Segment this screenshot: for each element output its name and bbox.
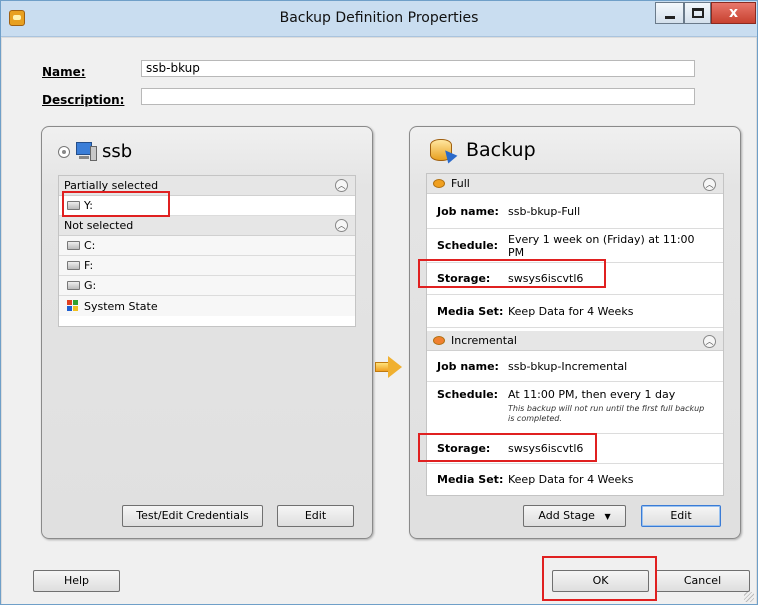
- group-partially-selected[interactable]: Partially selected ︿: [59, 176, 355, 196]
- collapse-chevron-icon[interactable]: ︿: [703, 335, 716, 348]
- backup-panel-title: Backup: [466, 139, 536, 161]
- resize-grip-icon[interactable]: [744, 592, 754, 602]
- schedule-label: Schedule:: [437, 239, 499, 252]
- backup-panel-header: Backup: [430, 137, 536, 164]
- backup-edit-button[interactable]: Edit: [641, 505, 721, 527]
- collapse-chevron-icon[interactable]: ︿: [335, 219, 348, 232]
- source-panel: ssb Partially selected ︿ Y: Not selected…: [41, 126, 373, 539]
- ok-button[interactable]: OK: [552, 570, 649, 592]
- schedule-note: This backup will not run until the first…: [508, 404, 705, 423]
- maximize-button[interactable]: [684, 2, 711, 24]
- window-title: Backup Definition Properties: [279, 10, 479, 26]
- full-storage-row: Storage: swsys6iscvtl6: [427, 263, 723, 295]
- dialog-body: Name: ssb-bkup Description: ssb Partiall…: [2, 38, 756, 604]
- storage-label: Storage:: [437, 272, 491, 285]
- list-item-label: Y:: [84, 199, 93, 212]
- test-edit-credentials-button[interactable]: Test/Edit Credentials: [122, 505, 263, 527]
- backup-panel: Backup Full ︿ Job name: ssb-bkup-Full Sc…: [409, 126, 741, 539]
- close-button[interactable]: x: [711, 2, 756, 24]
- job-name-value: ssb-bkup-Incremental: [508, 359, 628, 373]
- group-not-selected[interactable]: Not selected ︿: [59, 216, 355, 236]
- drive-icon: [67, 261, 80, 270]
- maximize-icon: [692, 8, 704, 18]
- list-item-label: F:: [84, 259, 94, 272]
- source-edit-button[interactable]: Edit: [277, 505, 354, 527]
- description-row: Description:: [42, 93, 142, 107]
- media-set-label: Media Set:: [437, 304, 504, 318]
- list-item-drive-f[interactable]: F:: [59, 256, 355, 276]
- radio-icon[interactable]: [58, 145, 70, 158]
- incremental-job-name-row: Job name: ssb-bkup-Incremental: [427, 351, 723, 382]
- minimize-button[interactable]: [655, 2, 684, 24]
- full-job-name-row: Job name: ssb-bkup-Full: [427, 194, 723, 229]
- description-input[interactable]: [141, 88, 695, 105]
- list-item-drive-y[interactable]: Y:: [59, 196, 355, 216]
- collapse-chevron-icon[interactable]: ︿: [703, 178, 716, 191]
- job-name-label: Job name:: [437, 204, 499, 218]
- stage-full-header[interactable]: Full ︿: [427, 174, 723, 194]
- incremental-media-set-row: Media Set: Keep Data for 4 Weeks: [427, 464, 723, 495]
- full-media-set-row: Media Set: Keep Data for 4 Weeks: [427, 295, 723, 328]
- media-set-label: Media Set:: [437, 473, 504, 486]
- full-schedule-row: Schedule: Every 1 week on (Friday) at 11…: [427, 229, 723, 263]
- group-label: Not selected: [64, 219, 134, 232]
- name-row: Name:: [42, 65, 142, 79]
- source-panel-header: ssb: [58, 141, 132, 162]
- media-set-value: Keep Data for 4 Weeks: [508, 473, 634, 486]
- name-label: Name:: [42, 65, 86, 79]
- description-label: Description:: [42, 93, 125, 107]
- list-item-label: System State: [84, 299, 158, 313]
- backup-stages-list: Full ︿ Job name: ssb-bkup-Full Schedule:…: [426, 173, 724, 496]
- full-stage-icon: [433, 179, 445, 188]
- incremental-schedule-row: Schedule: At 11:00 PM, then every 1 day …: [427, 382, 723, 434]
- incremental-stage-icon: [433, 336, 445, 345]
- drive-icon: [67, 281, 80, 290]
- add-stage-label: Add Stage: [538, 509, 595, 522]
- storage-value: swsys6iscvtl6: [508, 442, 584, 455]
- title-bar[interactable]: Backup Definition Properties x: [1, 1, 757, 37]
- name-input[interactable]: ssb-bkup: [141, 60, 695, 77]
- list-item-drive-g[interactable]: G:: [59, 276, 355, 296]
- storage-label: Storage:: [437, 442, 491, 455]
- cancel-button[interactable]: Cancel: [655, 570, 750, 592]
- backup-definition-properties-window: Backup Definition Properties x Name: ssb…: [0, 0, 758, 605]
- group-label: Partially selected: [64, 179, 159, 192]
- source-selection-list: Partially selected ︿ Y: Not selected ︿ C…: [58, 175, 356, 327]
- stage-name: Full: [451, 177, 470, 190]
- list-item-system-state[interactable]: System State: [59, 296, 355, 316]
- list-item-label: C:: [84, 239, 96, 252]
- media-set-value: Keep Data for 4 Weeks: [508, 304, 634, 318]
- list-item-label: G:: [84, 279, 97, 292]
- system-state-icon: [67, 300, 80, 312]
- job-name-label: Job name:: [437, 359, 499, 373]
- backup-icon: [430, 137, 458, 164]
- source-panel-title: ssb: [102, 141, 133, 162]
- collapse-chevron-icon[interactable]: ︿: [335, 179, 348, 192]
- list-item-drive-c[interactable]: C:: [59, 236, 355, 256]
- add-stage-button[interactable]: Add Stage ▼: [523, 505, 626, 527]
- job-name-value: ssb-bkup-Full: [508, 204, 581, 218]
- schedule-value: At 11:00 PM, then every 1 day: [508, 388, 676, 401]
- stage-incremental-header[interactable]: Incremental ︿: [427, 331, 723, 351]
- stage-name: Incremental: [451, 334, 517, 347]
- minimize-icon: [665, 16, 675, 19]
- drive-icon: [67, 241, 80, 250]
- schedule-value: Every 1 week on (Friday) at 11:00 PM: [508, 232, 695, 259]
- incremental-storage-row: Storage: swsys6iscvtl6: [427, 434, 723, 464]
- schedule-label: Schedule:: [437, 388, 499, 401]
- schedule-block: At 11:00 PM, then every 1 day This backu…: [508, 388, 708, 427]
- computer-icon: [76, 141, 98, 162]
- close-icon: x: [728, 5, 739, 21]
- storage-value: swsys6iscvtl6: [508, 272, 584, 285]
- drive-icon: [67, 201, 80, 210]
- help-button[interactable]: Help: [33, 570, 120, 592]
- dropdown-arrow-icon: ▼: [604, 512, 611, 521]
